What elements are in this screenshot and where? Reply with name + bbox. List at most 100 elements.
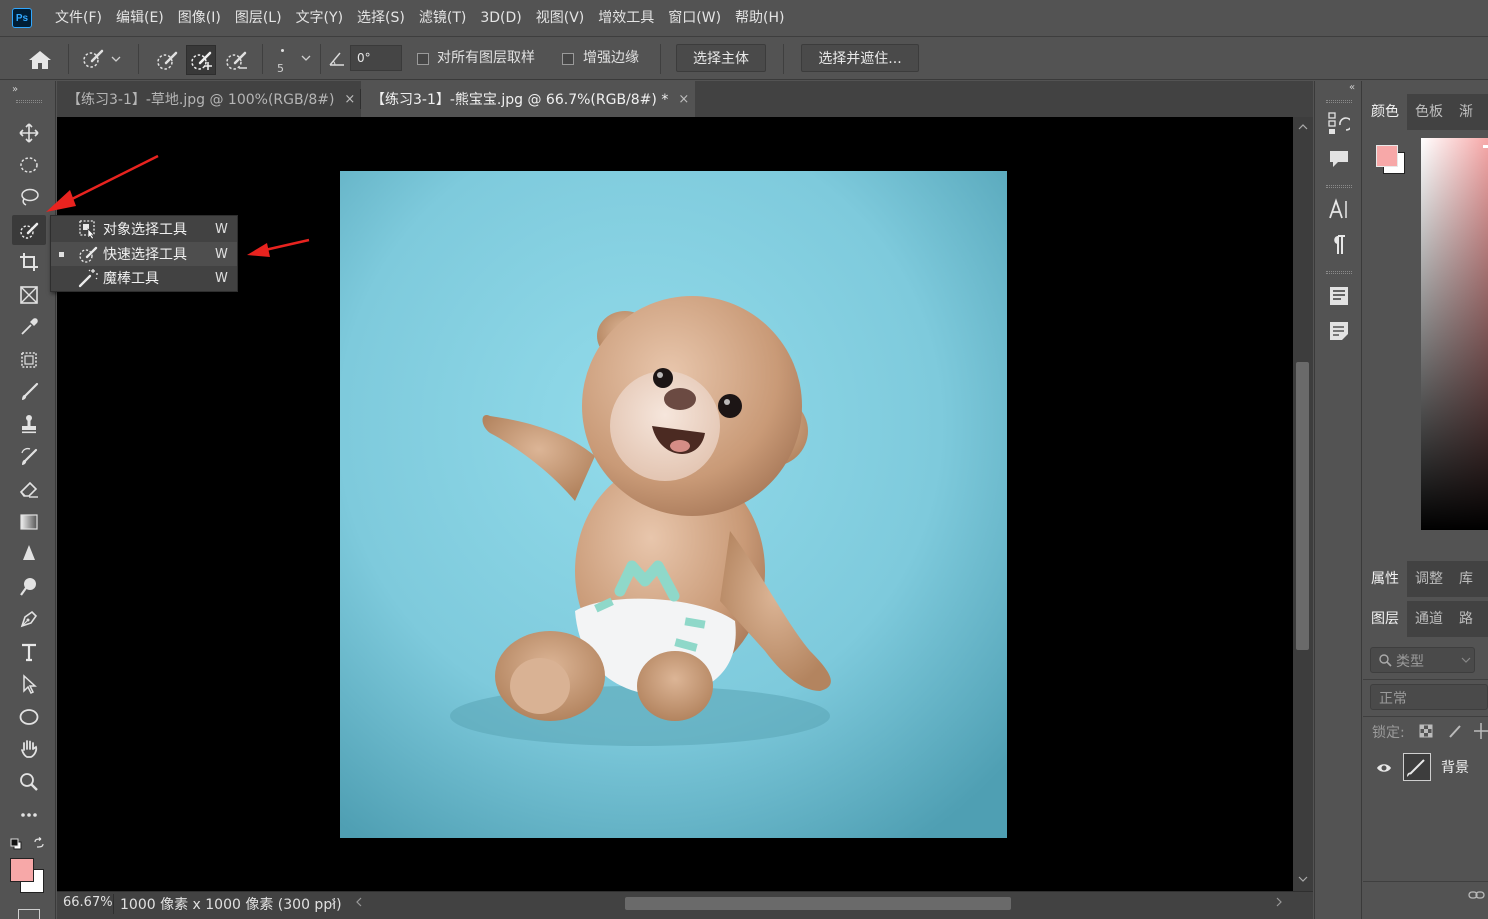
default-colors-icon[interactable] [10,838,22,850]
foreground-color-swatch[interactable] [10,858,34,882]
move-tool-icon[interactable] [12,118,46,148]
quick-mask-icon[interactable] [18,909,40,919]
menu-edit[interactable]: 编辑(E) [109,0,171,36]
menu-file[interactable]: 文件(F) [48,0,109,36]
swap-colors-icon[interactable] [33,837,45,849]
home-icon[interactable] [28,50,52,70]
scroll-left-icon[interactable] [355,896,363,908]
close-icon[interactable]: × [344,92,355,107]
tab-color[interactable]: 颜色 [1363,94,1407,130]
lock-pixels-icon[interactable] [1447,723,1463,739]
layer-name[interactable]: 背景 [1441,757,1469,777]
layer-filter-dropdown[interactable]: 类型 [1370,647,1475,673]
sample-all-layers-checkbox[interactable] [417,53,429,65]
eyedropper-tool-icon[interactable] [12,312,46,342]
tab-swatches[interactable]: 色板 [1407,94,1451,130]
panel-foreground-swatch[interactable] [1376,145,1398,167]
panel-grip[interactable] [16,100,42,103]
clone-stamp-tool-icon[interactable] [12,409,46,439]
blur-tool-icon[interactable] [12,539,46,569]
menu-plugins[interactable]: 增效工具 [591,0,661,36]
enhance-edge-checkbox[interactable] [562,53,574,65]
dodge-tool-icon[interactable] [12,572,46,602]
tab-bear-document[interactable]: 【练习3-1】-熊宝宝.jpg @ 66.7%(RGB/8#) * × [361,81,695,117]
eye-icon[interactable] [1376,762,1392,774]
character-icon[interactable] [1328,198,1350,220]
panel-grip[interactable] [1326,100,1352,103]
menu-3d[interactable]: 3D(D) [473,0,528,36]
color-picker-field[interactable] [1421,138,1488,530]
panel-grip[interactable] [1326,185,1352,188]
comments-icon[interactable] [1328,149,1350,169]
eraser-tool-icon[interactable] [12,474,46,504]
collapse-icon[interactable]: « [1349,82,1355,93]
link-layers-icon[interactable] [1468,889,1486,901]
tab-layers[interactable]: 图层 [1363,601,1407,637]
status-menu-arrow[interactable]: › [331,894,337,910]
menu-help[interactable]: 帮助(H) [728,0,791,36]
patch-tool-icon[interactable] [12,345,46,375]
blend-mode-dropdown[interactable]: 正常 [1370,684,1488,710]
panel-grip[interactable] [1326,271,1352,274]
brush-size-picker[interactable]: 5 [272,43,292,77]
menu-type[interactable]: 文字(Y) [289,0,350,36]
path-selection-tool-icon[interactable] [12,669,46,699]
selection-tools-flyout: 对象选择工具 W 快速选择工具 W 魔棒工具 W [50,215,238,292]
flyout-item-object-selection[interactable]: 对象选择工具 W [51,217,237,241]
lock-position-icon[interactable] [1473,722,1488,740]
zoom-level[interactable]: 66.67% [63,895,113,910]
tab-paths[interactable]: 路 [1451,601,1481,637]
menu-window[interactable]: 窗口(W) [661,0,728,36]
subtract-from-selection-icon[interactable] [222,46,250,74]
crop-tool-icon[interactable] [12,247,46,277]
tool-preset-icon[interactable] [80,47,124,71]
flyout-item-magic-wand[interactable]: 魔棒工具 W [51,266,237,290]
scroll-right-icon[interactable] [1275,896,1283,908]
flyout-item-quick-selection[interactable]: 快速选择工具 W [51,242,237,266]
tab-libraries[interactable]: 库 [1451,561,1481,597]
layer-row-background[interactable]: 背景 [1363,749,1488,785]
zoom-tool-icon[interactable] [12,767,46,797]
frame-tool-icon[interactable] [12,280,46,310]
chevron-down-icon[interactable] [300,54,312,62]
menu-layer[interactable]: 图层(L) [228,0,289,36]
vertical-scrollbar[interactable] [1293,117,1313,891]
paragraph-icon[interactable] [1330,234,1348,256]
select-subject-button[interactable]: 选择主体 [676,44,766,72]
tab-grass-document[interactable]: 【练习3-1】-草地.jpg @ 100%(RGB/8#) × [57,81,360,117]
menu-image[interactable]: 图像(I) [171,0,228,36]
brush-tool-icon[interactable] [12,377,46,407]
scroll-up-icon[interactable] [1298,123,1308,131]
horizontal-scroll-thumb[interactable] [625,897,1011,910]
select-and-mask-button[interactable]: 选择并遮住... [801,44,919,72]
history-brush-tool-icon[interactable] [12,442,46,472]
bear-image[interactable] [340,171,1007,838]
menu-select[interactable]: 选择(S) [350,0,412,36]
type-tool-icon[interactable] [12,637,46,667]
notes-icon[interactable] [1329,321,1349,341]
more-tools-icon[interactable] [12,800,46,830]
tab-properties[interactable]: 属性 [1363,561,1407,597]
tab-adjustments[interactable]: 调整 [1407,561,1451,597]
history-icon[interactable] [1328,111,1350,135]
angle-input[interactable]: 0° [350,45,402,71]
menu-filter[interactable]: 滤镜(T) [412,0,473,36]
gradient-tool-icon[interactable] [12,507,46,537]
annotation-arrow [36,150,166,220]
lock-transparent-icon[interactable] [1419,724,1433,738]
flyout-label: 对象选择工具 [103,222,187,238]
scroll-down-icon[interactable] [1298,875,1308,883]
tab-channels[interactable]: 通道 [1407,601,1451,637]
canvas-area[interactable] [57,117,1293,891]
add-to-selection-icon[interactable] [186,45,216,75]
libraries-icon[interactable] [1329,286,1349,306]
menu-view[interactable]: 视图(V) [529,0,592,36]
expand-panel-icon[interactable]: » [12,84,18,95]
hand-tool-icon[interactable] [12,734,46,764]
ellipse-tool-icon[interactable] [12,702,46,732]
close-icon[interactable]: × [678,92,689,107]
new-selection-icon[interactable] [153,46,181,74]
scroll-thumb[interactable] [1296,362,1309,650]
pen-tool-icon[interactable] [12,604,46,634]
tab-gradients[interactable]: 渐 [1451,94,1481,130]
